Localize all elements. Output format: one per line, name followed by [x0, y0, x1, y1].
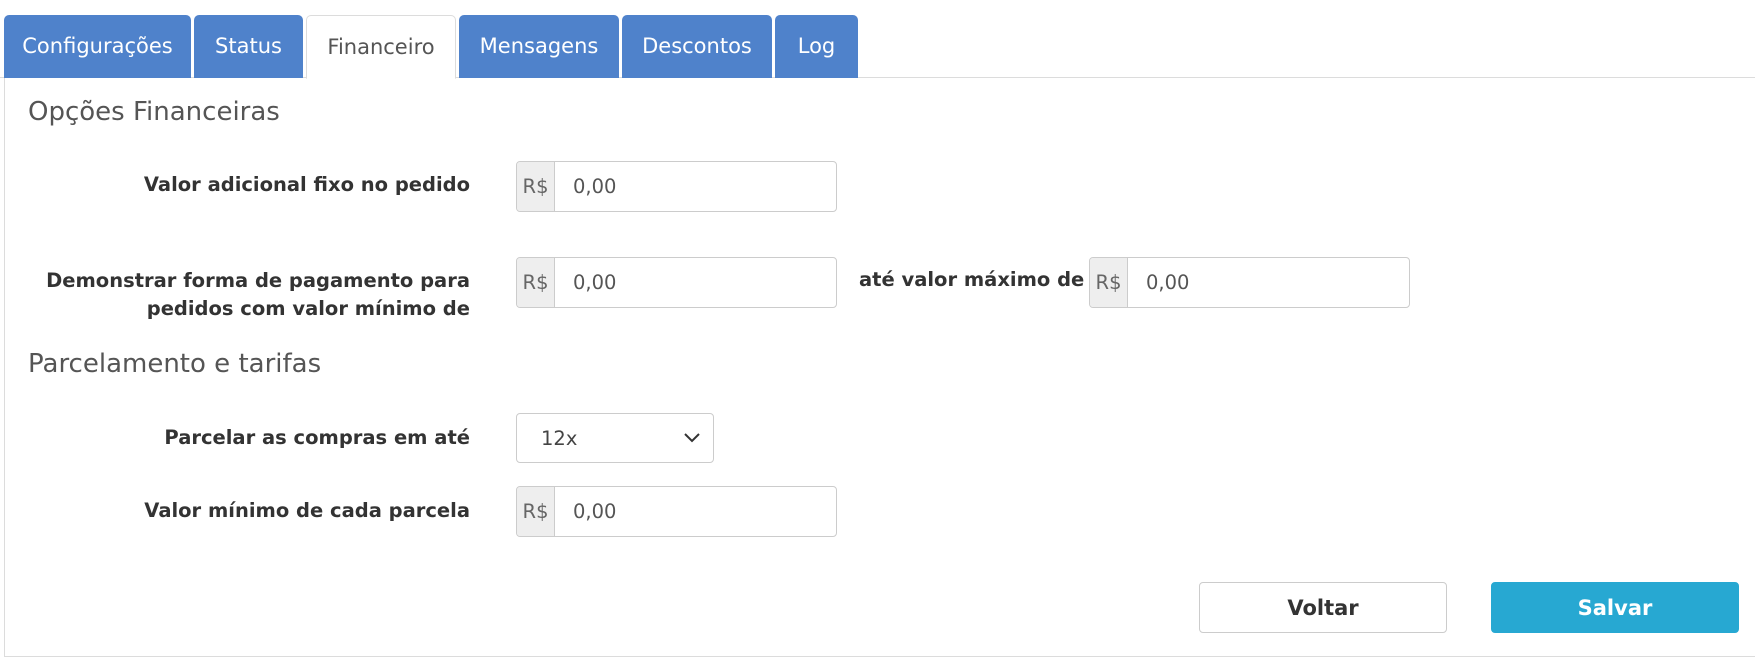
payment-max-field: R$ — [1089, 257, 1410, 308]
payment-max-input[interactable] — [1128, 258, 1409, 307]
tab-mensagens[interactable]: Mensagens — [459, 15, 619, 78]
tab-configuracoes[interactable]: Configurações — [4, 15, 191, 78]
save-button[interactable]: Salvar — [1491, 582, 1739, 633]
currency-addon: R$ — [1090, 258, 1128, 307]
payment-min-field: R$ — [516, 257, 837, 308]
payment-range-label-line1: Demonstrar forma de pagamento para — [46, 269, 470, 292]
currency-addon: R$ — [517, 162, 555, 211]
back-button[interactable]: Voltar — [1199, 582, 1447, 633]
min-installment-input[interactable] — [555, 487, 836, 536]
tab-descontos[interactable]: Descontos — [622, 15, 772, 78]
min-installment-label: Valor mínimo de cada parcela — [144, 499, 470, 522]
section-title-installments: Parcelamento e tarifas — [28, 349, 322, 379]
tab-financeiro[interactable]: Financeiro — [306, 15, 456, 79]
fixed-fee-input[interactable] — [555, 162, 836, 211]
payment-range-label-line2: pedidos com valor mínimo de — [146, 297, 470, 320]
currency-addon: R$ — [517, 487, 555, 536]
currency-addon: R$ — [517, 258, 555, 307]
chevron-down-icon — [679, 425, 705, 451]
fixed-fee-field: R$ — [516, 161, 837, 212]
max-installments-label: Parcelar as compras em até — [164, 426, 470, 449]
min-installment-field: R$ — [516, 486, 837, 537]
max-installments-value: 12x — [541, 426, 578, 450]
tab-status[interactable]: Status — [194, 15, 303, 78]
section-title-financial-options: Opções Financeiras — [28, 97, 280, 127]
payment-range-min-label: Demonstrar forma de pagamento para pedid… — [46, 267, 470, 323]
payment-max-label: até valor máximo de — [859, 268, 1085, 291]
fixed-fee-label: Valor adicional fixo no pedido — [143, 173, 470, 196]
tab-bar: Configurações Status Financeiro Mensagen… — [0, 0, 1755, 79]
max-installments-select[interactable]: 12x — [516, 413, 714, 463]
tab-log[interactable]: Log — [775, 15, 858, 78]
payment-min-input[interactable] — [555, 258, 836, 307]
